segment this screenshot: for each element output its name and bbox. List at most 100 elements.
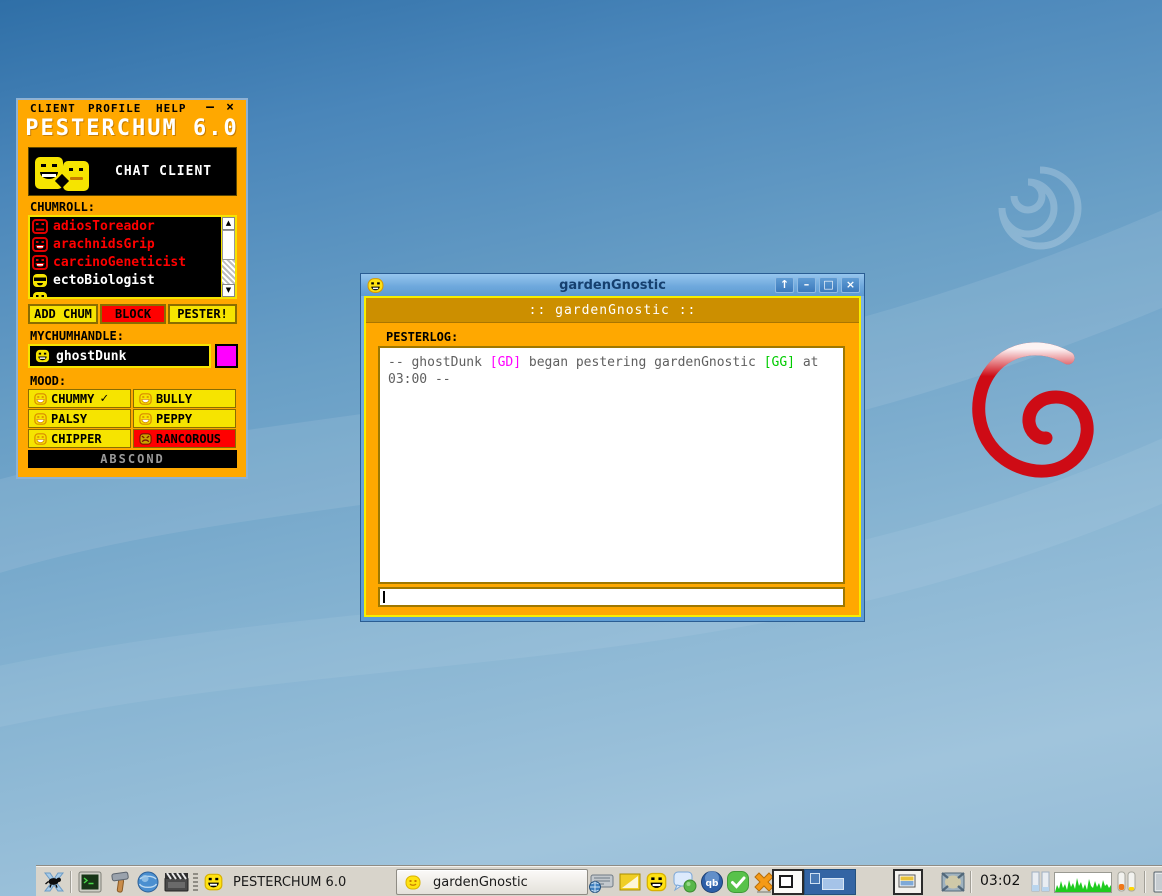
- separator: [70, 871, 71, 893]
- check-icon: ✓: [100, 391, 108, 406]
- scroll-track[interactable]: [222, 260, 235, 284]
- taskbar-item-pesterchum[interactable]: PESTERCHUM 6.0: [200, 869, 370, 895]
- chumroll-label: CHUMROLL:: [30, 200, 95, 214]
- mood-rancorous-button[interactable]: RANCOROUS: [133, 429, 236, 448]
- chum-name[interactable]: arachnidsGrip: [53, 237, 155, 252]
- menu-profile[interactable]: PROFILE: [88, 102, 141, 115]
- xorg-logo-icon[interactable]: [42, 870, 66, 894]
- maximize-button[interactable]: □: [819, 277, 838, 293]
- minimize-button[interactable]: –: [797, 277, 816, 293]
- close-button[interactable]: ×: [841, 277, 860, 293]
- window-smiley-icon: [367, 277, 384, 294]
- chipper-mood-icon: [34, 433, 47, 445]
- handle-value: ghostDunk: [56, 349, 126, 364]
- mood-chummy-button[interactable]: CHUMMY ✓: [28, 389, 131, 408]
- offline-mood-icon: [32, 255, 48, 270]
- mood-palsy-button[interactable]: PALSY: [28, 409, 131, 428]
- chummy-mood-icon: [35, 349, 50, 363]
- chum-row[interactable]: ectoBiologist: [30, 271, 235, 289]
- handle-grip[interactable]: [193, 873, 198, 891]
- workspace-2-active[interactable]: [804, 869, 856, 895]
- chat-window: gardenGnostic ↑ – □ × :: gardenGnostic :…: [360, 273, 865, 622]
- scroll-down-button[interactable]: ▼: [222, 284, 235, 297]
- chum-row[interactable]: adiosToreador: [30, 217, 235, 235]
- chum-row[interactable]: arachnidsGrip: [30, 235, 235, 253]
- keyboard-tray-icon[interactable]: [588, 870, 614, 894]
- qb-tray-icon[interactable]: qb: [700, 870, 724, 894]
- chat-titlebar[interactable]: gardenGnostic ↑ – □ ×: [361, 274, 864, 296]
- taskbar: PESTERCHUM 6.0 gardenGnostic qb: [36, 866, 1162, 896]
- log-handle-gg: [GG]: [764, 355, 795, 370]
- text-caret: [383, 591, 385, 603]
- chat-header: :: gardenGnostic ::: [366, 298, 859, 323]
- pesterchum-task-icon: [204, 873, 223, 891]
- chum-name[interactable]: adiosToreador: [53, 219, 155, 234]
- gardengnostic-task-icon: [405, 875, 421, 890]
- window-list-button[interactable]: [893, 869, 923, 895]
- mood-peppy-button[interactable]: PEPPY: [133, 409, 236, 428]
- close-button[interactable]: ×: [226, 100, 234, 115]
- check-tray-icon[interactable]: [726, 870, 750, 894]
- taskbar-item-gardengnostic[interactable]: gardenGnostic: [396, 869, 588, 895]
- mood-label: MOOD:: [30, 374, 66, 388]
- menu-client[interactable]: CLIENT: [30, 102, 76, 115]
- mood-bully-button[interactable]: BULLY: [133, 389, 236, 408]
- volume-sliders-icon[interactable]: [1030, 871, 1052, 895]
- hammer-launcher-icon[interactable]: [108, 870, 132, 894]
- color-swatch-button[interactable]: [215, 344, 238, 368]
- handle-field[interactable]: ghostDunk: [28, 344, 211, 368]
- pesterchum-tray-icon[interactable]: [646, 872, 667, 892]
- shade-button[interactable]: ↑: [775, 277, 794, 293]
- mood-button-label: PEPPY: [156, 412, 192, 426]
- rancorous-mood-icon: [139, 433, 152, 445]
- message-input[interactable]: [378, 587, 845, 607]
- separator: [970, 871, 971, 893]
- minimize-button[interactable]: –: [206, 100, 214, 115]
- note-tray-icon[interactable]: [618, 870, 642, 894]
- log-text: began pestering gardenGnostic: [521, 355, 764, 370]
- workspace-1[interactable]: [772, 869, 804, 895]
- chat-frame: :: gardenGnostic :: PESTERLOG: -- ghostD…: [364, 296, 861, 617]
- pesterchum-window: CLIENT PROFILE HELP – × PESTERCHUM 6.0 C…: [16, 98, 248, 479]
- mood-button-label: PALSY: [51, 412, 87, 426]
- peppy-mood-icon: [139, 413, 152, 425]
- chum-name[interactable]: ectoBiologist: [53, 273, 155, 288]
- logout-icon[interactable]: [1152, 870, 1162, 894]
- clock[interactable]: 03:02: [980, 873, 1020, 889]
- chumroll-list[interactable]: adiosToreador arachnidsGrip carcinoGenet…: [28, 215, 237, 299]
- mood-button-label: RANCOROUS: [156, 432, 221, 446]
- web-browser-launcher-icon[interactable]: [136, 870, 160, 894]
- scroll-up-button[interactable]: ▲: [222, 217, 235, 230]
- mychumhandle-label: MYCHUMHANDLE:: [30, 329, 124, 343]
- network-monitor-graph[interactable]: [1054, 872, 1112, 893]
- pesterlog-area[interactable]: -- ghostDunk [GD] began pestering garden…: [378, 346, 845, 584]
- indicator-tubes-icon[interactable]: [1116, 871, 1138, 895]
- shades-mood-icon: [32, 273, 48, 288]
- chummy-mood-icon: [32, 291, 48, 300]
- abscond-button[interactable]: ABSCOND: [28, 450, 237, 468]
- bully-mood-icon: [139, 393, 152, 405]
- palsy-mood-icon: [34, 413, 47, 425]
- terminal-launcher-icon[interactable]: [78, 870, 102, 894]
- chum-row-partial[interactable]: [30, 289, 235, 299]
- menu-help[interactable]: HELP: [156, 102, 187, 115]
- pager-window: [810, 873, 820, 884]
- offline-mood-icon: [32, 237, 48, 252]
- messenger-tray-icon[interactable]: [672, 870, 698, 894]
- mood-button-label: BULLY: [156, 392, 192, 406]
- screen-tray-icon[interactable]: [940, 870, 966, 894]
- add-chum-button[interactable]: ADD CHUM: [28, 304, 98, 324]
- scroll-thumb[interactable]: [222, 230, 235, 260]
- chum-row[interactable]: carcinoGeneticist: [30, 253, 235, 271]
- chummy-mood-icon: [34, 393, 47, 405]
- app-title: PESTERCHUM 6.0: [18, 116, 246, 141]
- video-launcher-icon[interactable]: [164, 870, 189, 894]
- block-button[interactable]: BLOCK: [100, 304, 166, 324]
- mood-chipper-button[interactable]: CHIPPER: [28, 429, 131, 448]
- chumroll-scrollbar[interactable]: ▲ ▼: [221, 217, 235, 297]
- chum-name[interactable]: carcinoGeneticist: [53, 255, 186, 270]
- separator: [1144, 871, 1145, 893]
- pester-button[interactable]: PESTER!: [168, 304, 237, 324]
- pager-window: [779, 875, 793, 888]
- pesterlog-label: PESTERLOG:: [386, 330, 458, 344]
